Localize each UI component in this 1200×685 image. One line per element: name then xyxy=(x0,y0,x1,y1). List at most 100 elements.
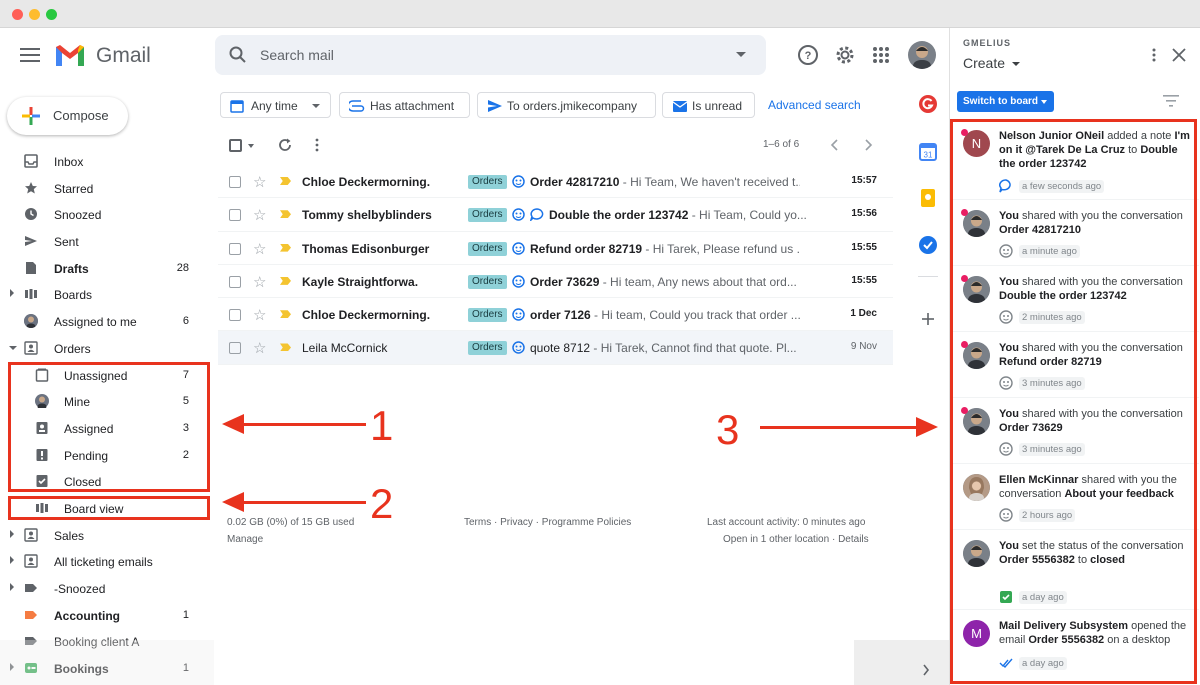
expand-arrow-icon[interactable] xyxy=(10,556,14,565)
main-menu-icon[interactable] xyxy=(18,44,42,66)
gmelius-shared-icon xyxy=(512,275,525,288)
sidebar-item-inbox[interactable]: Inbox xyxy=(0,148,214,175)
sidebar-item-snoozed-label[interactable]: -Snoozed xyxy=(0,575,214,602)
manage-storage-link[interactable]: Manage xyxy=(227,534,263,545)
paperclip-icon xyxy=(349,100,365,112)
annotation-arrow-3-line xyxy=(760,426,920,429)
more-vertical-icon[interactable] xyxy=(314,138,320,152)
label-tag-icon xyxy=(25,584,37,592)
importance-marker-icon[interactable] xyxy=(280,310,291,319)
star-outline-icon[interactable]: ☆ xyxy=(253,206,266,224)
more-vertical-icon[interactable] xyxy=(1151,47,1157,63)
chevron-right-icon[interactable] xyxy=(922,664,930,676)
importance-marker-icon[interactable] xyxy=(280,243,291,252)
prev-page-icon[interactable] xyxy=(830,139,840,151)
email-label-badge[interactable]: Orders xyxy=(468,341,507,356)
star-outline-icon[interactable]: ☆ xyxy=(253,173,266,191)
search-bar[interactable] xyxy=(215,35,766,75)
google-calendar-icon[interactable]: 31 xyxy=(918,142,938,162)
sidebar-item-starred[interactable]: Starred xyxy=(0,175,214,202)
search-input[interactable] xyxy=(260,35,720,75)
email-snippet: - Hi team, Any news about that ord... xyxy=(599,274,797,289)
expand-arrow-icon[interactable] xyxy=(10,529,14,538)
next-page-icon[interactable] xyxy=(863,139,873,151)
email-label-badge[interactable]: Orders xyxy=(468,208,507,223)
sidebar-item-accounting[interactable]: Accounting 1 xyxy=(0,602,214,629)
advanced-search-link[interactable]: Advanced search xyxy=(768,98,861,112)
email-row[interactable]: ☆ Chloe Deckermorning. Orders Order 4281… xyxy=(218,165,893,199)
switch-to-board-button[interactable]: Switch to board xyxy=(957,91,1054,112)
sidebar-item-assigned-to-me[interactable]: Assigned to me 6 xyxy=(0,308,214,335)
sidebar-item-drafts[interactable]: Drafts 28 xyxy=(0,255,214,282)
row-checkbox[interactable] xyxy=(229,309,241,322)
importance-marker-icon[interactable] xyxy=(280,276,291,285)
other-location-link[interactable]: Open in 1 other location · Details xyxy=(723,534,869,545)
filter-label: Has attachment xyxy=(370,99,455,113)
email-row[interactable]: ☆ Kayle Straightforwa. Orders Order 7362… xyxy=(218,264,893,299)
star-outline-icon[interactable]: ☆ xyxy=(253,339,266,357)
email-sender: Chloe Deckermorning. xyxy=(302,175,431,189)
importance-marker-icon[interactable] xyxy=(280,343,291,352)
select-options-caret-icon[interactable] xyxy=(248,144,254,148)
email-label-badge[interactable]: Orders xyxy=(468,241,507,256)
gmelius-addon-icon[interactable] xyxy=(918,94,938,114)
close-panel-icon[interactable] xyxy=(1172,48,1186,62)
settings-gear-icon[interactable] xyxy=(834,44,856,66)
collapse-arrow-icon[interactable] xyxy=(9,345,17,350)
close-window-button[interactable] xyxy=(12,9,23,20)
compose-button[interactable]: Compose xyxy=(7,97,128,135)
sidebar-item-snoozed[interactable]: Snoozed xyxy=(0,201,214,228)
row-checkbox[interactable] xyxy=(229,209,241,222)
sidebar-item-label: Snoozed xyxy=(54,208,102,223)
email-row[interactable]: ☆ Chloe Deckermorning. Orders order 7126… xyxy=(218,298,893,332)
email-subject: Order 73629 xyxy=(530,274,600,289)
apps-grid-icon[interactable] xyxy=(870,44,892,66)
sidebar-item-all-ticketing[interactable]: All ticketing emails xyxy=(0,548,214,575)
sidebar-item-sales[interactable]: Sales xyxy=(0,522,214,549)
row-checkbox[interactable] xyxy=(229,242,241,255)
expand-arrow-icon[interactable] xyxy=(10,583,14,591)
star-outline-icon[interactable]: ☆ xyxy=(253,273,266,291)
dropdown-caret-icon[interactable] xyxy=(1012,62,1020,66)
minimize-window-button[interactable] xyxy=(29,9,40,20)
email-row[interactable]: ☆ Tommy shelbyblinders Orders Double the… xyxy=(218,198,893,232)
row-checkbox[interactable] xyxy=(229,342,241,355)
google-keep-icon[interactable] xyxy=(918,188,938,208)
add-addon-plus-icon[interactable] xyxy=(918,309,938,329)
account-avatar[interactable] xyxy=(908,41,936,69)
email-label-badge[interactable]: Orders xyxy=(468,274,507,289)
refresh-icon[interactable] xyxy=(278,138,292,152)
expand-arrow-icon[interactable] xyxy=(10,289,14,298)
filter-has-attachment[interactable]: Has attachment xyxy=(339,92,470,118)
importance-marker-icon[interactable] xyxy=(280,210,291,219)
gmelius-create-menu[interactable]: Create xyxy=(963,55,1005,71)
filter-is-unread[interactable]: Is unread xyxy=(662,92,755,118)
email-time: 15:55 xyxy=(851,274,877,286)
row-checkbox[interactable] xyxy=(229,176,241,188)
shared-inbox-icon xyxy=(24,341,38,355)
help-icon[interactable]: ? xyxy=(797,44,819,66)
email-row[interactable]: ☆ Thomas Edisonburger Orders Refund orde… xyxy=(218,231,893,265)
compose-label: Compose xyxy=(53,108,109,123)
email-row[interactable]: ☆ Leila McCornick Orders quote 8712 - Hi… xyxy=(218,331,893,365)
row-checkbox[interactable] xyxy=(229,275,241,288)
google-tasks-icon[interactable] xyxy=(918,235,938,255)
email-label-badge[interactable]: Orders xyxy=(468,308,507,323)
filter-to-address[interactable]: To orders.jmikecompany xyxy=(477,92,656,118)
policy-links[interactable]: Terms · Privacy · Programme Policies xyxy=(464,517,631,528)
sidebar-item-sent[interactable]: Sent xyxy=(0,228,214,255)
email-label-badge[interactable]: Orders xyxy=(468,175,507,189)
search-options-icon[interactable] xyxy=(736,52,746,57)
maximize-window-button[interactable] xyxy=(46,9,57,20)
star-outline-icon[interactable]: ☆ xyxy=(253,306,266,324)
storage-usage: 0.02 GB (0%) of 15 GB used xyxy=(227,517,355,528)
importance-marker-icon[interactable] xyxy=(280,177,291,185)
search-icon[interactable] xyxy=(229,46,247,64)
select-all-checkbox[interactable] xyxy=(229,139,242,152)
gmail-logo-icon xyxy=(56,45,84,66)
sidebar-item-boards[interactable]: Boards xyxy=(0,281,214,308)
filter-lines-icon[interactable] xyxy=(1163,95,1179,107)
filter-any-time[interactable]: Any time xyxy=(220,92,331,118)
star-outline-icon[interactable]: ☆ xyxy=(253,240,266,258)
sidebar-item-orders[interactable]: Orders xyxy=(0,335,214,362)
